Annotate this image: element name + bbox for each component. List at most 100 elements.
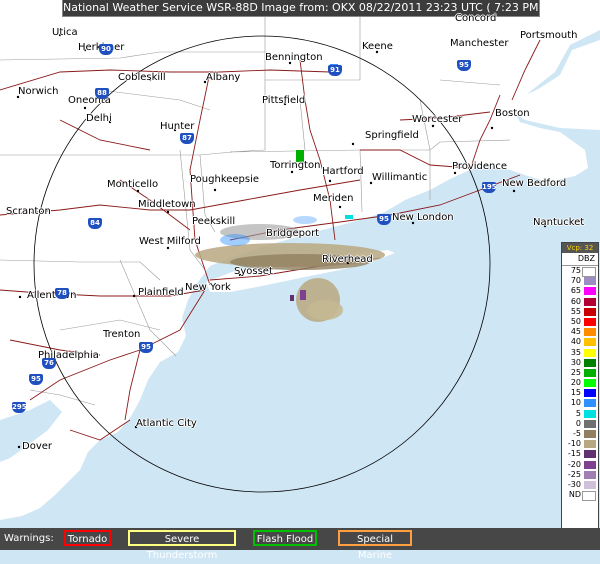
legend-row: -25 — [562, 470, 598, 480]
legend-swatch — [584, 470, 596, 479]
city-label: Portsmouth — [520, 30, 578, 41]
legend-swatch — [584, 379, 596, 388]
legend-level-label: 45 — [570, 327, 581, 337]
legend-row: -5 — [562, 429, 598, 439]
legend-swatch — [584, 287, 596, 296]
city-label: Boston — [495, 108, 530, 119]
legend-row: 30 — [562, 358, 598, 368]
warning-severe-thunderstorm-button[interactable]: Severe Thunderstorm — [128, 530, 236, 561]
legend-row: 20 — [562, 378, 598, 388]
legend-row: 55 — [562, 307, 598, 317]
city-label: Monticello — [107, 179, 159, 190]
legend-swatch — [584, 389, 596, 398]
legend-level-label: ND — [568, 490, 581, 500]
legend-row: 10 — [562, 398, 598, 408]
highway-shield-icon: 295 — [12, 402, 27, 413]
legend-level-label: 20 — [570, 378, 581, 388]
city-label: Meriden — [313, 193, 354, 204]
legend-row: 5 — [562, 409, 598, 419]
legend-row: ND — [562, 490, 598, 502]
legend-swatch — [584, 440, 596, 449]
warning-special-marine-button[interactable]: Special Marine — [338, 530, 412, 561]
legend-swatch — [584, 419, 596, 428]
legend-swatch — [584, 368, 596, 377]
legend-level-label: 60 — [570, 296, 581, 306]
legend-swatch — [584, 430, 596, 438]
legend-row: 35 — [562, 348, 598, 358]
legend-swatch — [582, 491, 596, 502]
highway-shield-icon: 76 — [42, 358, 56, 369]
legend-row: 70 — [562, 276, 598, 286]
highway-shield-icon: 95 — [29, 374, 43, 385]
city-label: Riverhead — [322, 254, 373, 265]
highway-shield-icon: 195 — [482, 182, 497, 193]
legend-swatch — [584, 307, 596, 316]
city-label: Delhi — [86, 113, 112, 124]
legend-level-label: -30 — [567, 479, 581, 489]
city-label: Nantucket — [533, 217, 585, 228]
city-label: New Bedford — [502, 178, 567, 189]
legend-swatch — [584, 460, 596, 469]
city-label: New York — [185, 282, 231, 293]
city-label: New London — [392, 212, 454, 223]
city-label: Poughkeepsie — [190, 174, 260, 185]
highway-shield-icon: 84 — [88, 218, 102, 229]
legend-row: 45 — [562, 327, 598, 337]
legend-swatch — [584, 399, 596, 408]
legend-row: 60 — [562, 297, 598, 307]
city-label: Norwich — [18, 86, 59, 97]
highway-shield-icon: 95 — [457, 60, 471, 71]
dbz-legend: Vcp: 32 DBZ 75 70 65 60 55 50 45 40 35 30 25 20 15 10… — [561, 242, 599, 544]
legend-swatch — [584, 338, 596, 347]
legend-row: 50 — [562, 317, 598, 327]
legend-row: -20 — [562, 460, 598, 470]
legend-row: 0 — [562, 419, 598, 429]
legend-row: 75 — [562, 266, 598, 277]
legend-level-label: 0 — [575, 418, 581, 428]
city-label: Trenton — [103, 329, 141, 340]
city-label: Bridgeport — [266, 228, 320, 239]
legend-level-label: -25 — [567, 469, 581, 479]
legend-swatch — [584, 317, 596, 326]
highway-shield-icon: 88 — [95, 88, 109, 99]
warning-tornado-button[interactable]: Tornado — [64, 530, 111, 546]
warning-flash-flood-button[interactable]: Flash Flood — [253, 530, 317, 546]
city-label: Springfield — [365, 130, 419, 141]
legend-level-label: 35 — [570, 347, 581, 357]
warnings-bar: Warnings: Tornado Severe Thunderstorm Flas… — [0, 528, 600, 561]
highway-shield-icon: 90 — [99, 44, 113, 55]
legend-row: 15 — [562, 388, 598, 398]
city-label: Peekskill — [192, 216, 236, 227]
legend-level-label: -20 — [567, 459, 581, 469]
city-label: Atlantic City — [136, 418, 197, 429]
city-label: Manchester — [450, 38, 509, 49]
warnings-label: Warnings: — [4, 533, 54, 544]
legend-scale: 75 70 65 60 55 50 45 40 35 30 25 20 15 10 5 0 -5 -10 -15 -2… — [562, 266, 598, 502]
legend-swatch — [584, 450, 596, 459]
legend-level-label: -15 — [567, 449, 581, 459]
legend-row: 40 — [562, 337, 598, 347]
city-label: Worcester — [412, 114, 463, 125]
city-label: Torrington — [270, 160, 321, 171]
city-label: Cobleskill — [118, 72, 166, 83]
legend-row: -10 — [562, 439, 598, 449]
highway-shield-icon: 95 — [139, 342, 153, 353]
city-label: Syosset — [234, 266, 273, 277]
legend-row: 25 — [562, 368, 598, 378]
legend-level-label: -10 — [567, 439, 581, 449]
city-label: Pittsfield — [262, 95, 306, 106]
legend-swatch — [584, 358, 596, 367]
legend-header: Vcp: 32 — [562, 243, 598, 253]
city-label: Hunter — [160, 121, 195, 132]
legend-level-label: 70 — [570, 276, 581, 286]
highway-shield-icon: 91 — [328, 65, 342, 76]
city-label: Scranton — [6, 206, 51, 217]
legend-row: 65 — [562, 286, 598, 296]
legend-row: -30 — [562, 480, 598, 490]
legend-level-label: 75 — [570, 266, 581, 275]
legend-swatch — [584, 480, 596, 489]
city-label: Providence — [452, 161, 508, 172]
highway-shield-icon: 95 — [377, 214, 391, 225]
legend-level-label: 30 — [570, 357, 581, 367]
legend-level-label: 40 — [570, 337, 581, 347]
